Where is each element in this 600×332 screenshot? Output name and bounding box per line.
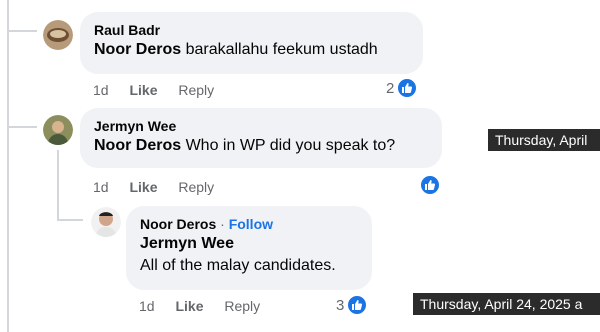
reaction-icon-2[interactable] — [417, 174, 441, 196]
thread-connector-2 — [7, 126, 37, 128]
comment-bubble-2: Jermyn Wee Noor Deros Who in WP did you … — [80, 108, 442, 168]
thread-line-main — [7, 0, 9, 332]
mention-tag[interactable]: Noor Deros — [94, 137, 181, 154]
reply-text: All of the malay candidates. — [140, 257, 336, 274]
timestamp-tooltip-2: Thursday, April 24, 2025 a — [413, 293, 600, 315]
comment-bubble-1: Raul Badr Noor Deros barakallahu feekum … — [80, 12, 423, 74]
thumbs-up-icon — [396, 77, 419, 99]
thread-connector-1 — [7, 30, 37, 32]
avatar-noor-deros[interactable] — [91, 207, 121, 237]
mention-tag[interactable]: Jermyn Wee — [140, 233, 358, 255]
comment-text: Noor Deros barakallahu feekum ustadh — [94, 39, 409, 61]
thread-line-reply — [57, 150, 59, 220]
reaction-count: 3 — [336, 296, 345, 314]
comment-text: Noor Deros Who in WP did you speak to? — [94, 135, 428, 157]
follow-button[interactable]: Follow — [229, 216, 273, 232]
reaction-count: 2 — [386, 79, 395, 97]
thread-connector-3 — [57, 219, 83, 221]
reaction-count-1[interactable]: 2 — [386, 77, 419, 99]
comment-time[interactable]: 1d — [93, 178, 109, 196]
comment-author[interactable]: Raul Badr — [94, 21, 409, 39]
timestamp-tooltip-1: Thursday, April — [488, 129, 600, 151]
like-button[interactable]: Like — [175, 297, 203, 315]
reaction-count-3[interactable]: 3 — [336, 294, 369, 316]
mention-tag[interactable]: Noor Deros — [94, 41, 181, 58]
reply-header: Noor Deros · Follow — [140, 215, 358, 233]
reply-button[interactable]: Reply — [178, 81, 214, 99]
comment-body: Who in WP did you speak to? — [185, 137, 396, 154]
comment-author[interactable]: Jermyn Wee — [94, 117, 428, 135]
comment-actions-1: 1d Like Reply — [93, 81, 231, 99]
reply-author[interactable]: Noor Deros — [140, 216, 216, 232]
comment-time[interactable]: 1d — [93, 81, 109, 99]
comment-body: barakallahu feekum ustadh — [185, 41, 378, 58]
like-button[interactable]: Like — [129, 178, 157, 196]
reply-actions: 1d Like Reply — [139, 297, 277, 315]
thumbs-up-icon — [419, 174, 441, 196]
comment-actions-2: 1d Like Reply — [93, 178, 231, 196]
avatar-jermyn-wee[interactable] — [43, 115, 73, 145]
separator-dot: · — [220, 216, 225, 232]
thumbs-up-icon — [346, 294, 369, 316]
comment-time[interactable]: 1d — [139, 297, 155, 315]
avatar-raul-badr[interactable] — [43, 20, 73, 50]
like-button[interactable]: Like — [129, 81, 157, 99]
reply-bubble: Noor Deros · Follow Jermyn Wee All of th… — [126, 206, 372, 290]
reply-button[interactable]: Reply — [178, 178, 214, 196]
reply-button[interactable]: Reply — [224, 297, 260, 315]
